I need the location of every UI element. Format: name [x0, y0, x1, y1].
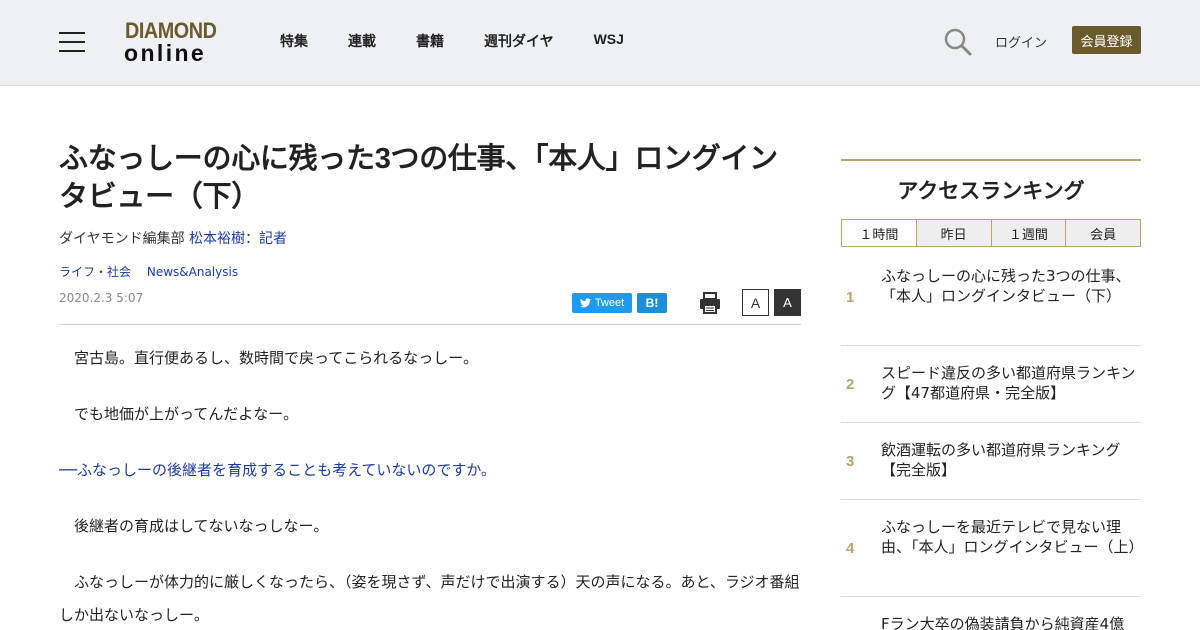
ranking-link[interactable]: Fラン大卒の偽装請負から純資産4億: [881, 614, 1141, 630]
font-size-large-button[interactable]: A: [774, 289, 801, 316]
tweet-label: Tweet: [594, 297, 625, 309]
rank-number: 2: [846, 376, 855, 393]
ranking-item: Fラン大卒の偽装請負から純資産4億: [841, 597, 1141, 630]
byline: ダイヤモンド編集部 松本裕樹：記者: [59, 228, 287, 248]
print-icon[interactable]: [698, 291, 722, 315]
nav-item-series[interactable]: 連載: [348, 31, 376, 51]
main-nav: 特集 連載 書籍 週刊ダイヤ WSJ: [280, 31, 664, 51]
nav-item-weekly-diamond[interactable]: 週刊ダイヤ: [484, 31, 554, 51]
tag-link-life[interactable]: ライフ・社会: [59, 265, 131, 279]
nav-item-books[interactable]: 書籍: [416, 31, 444, 51]
ranking-item: 2 スピード違反の多い都道府県ランキング【47都道府県・完全版】: [841, 346, 1141, 423]
tab-1-week[interactable]: １週間: [990, 220, 1066, 246]
rank-number: 4: [846, 540, 855, 557]
site-logo[interactable]: DIAMOND online: [124, 20, 228, 66]
ranking-title: アクセスランキング: [897, 179, 1085, 203]
nav-item-wsj[interactable]: WSJ: [594, 31, 624, 51]
article-paragraph: ふなっしーが体力的に厳しくなったら、（姿を現さず、声だけで出演する）天の声になる…: [59, 573, 800, 624]
logo-text-top: DIAMOND: [125, 18, 217, 43]
ranking-item: 3 飲酒運転の多い都道府県ランキング【完全版】: [841, 423, 1141, 500]
twitter-bird-icon: [579, 298, 591, 308]
menu-icon[interactable]: [59, 32, 85, 52]
font-size-small-button[interactable]: A: [742, 289, 769, 316]
nav-item-features[interactable]: 特集: [280, 31, 308, 51]
publish-date: 2020.2.3 5:07: [59, 291, 144, 305]
article-tags: ライフ・社会 News&Analysis: [59, 263, 250, 280]
ranking-link[interactable]: ふなっしーの心に残った3つの仕事、「本人」ロングインタビュー（下）: [881, 266, 1141, 306]
tweet-button[interactable]: Tweet: [572, 293, 632, 313]
register-button[interactable]: 会員登録: [1072, 26, 1141, 54]
site-header: DIAMOND online 特集 連載 書籍 週刊ダイヤ WSJ ログイン 会…: [0, 0, 1200, 86]
logo-text-bottom: online: [124, 40, 207, 66]
ranking-link[interactable]: ふなっしーを最近テレビで見ない理由、「本人」ロングインタビュー（上）: [881, 517, 1144, 557]
search-icon[interactable]: [943, 27, 973, 57]
ranking-tabs: １時間 昨日 １週間 会員: [841, 219, 1141, 247]
rank-number: 3: [846, 453, 855, 470]
tag-link-news[interactable]: News&Analysis: [147, 265, 238, 279]
article-paragraph: 宮古島。直行便あるし、数時間で戻ってこられるなっしー。: [59, 349, 479, 367]
byline-department: ダイヤモンド編集部: [59, 231, 185, 247]
article-paragraph: でも地価が上がってんだよなー。: [59, 405, 299, 423]
ranking-item: 4 ふなっしーを最近テレビで見ない理由、「本人」ロングインタビュー（上）: [841, 500, 1144, 597]
ranking-item: 1 ふなっしーの心に残った3つの仕事、「本人」ロングインタビュー（下）: [841, 247, 1141, 346]
hatena-bookmark-button[interactable]: B!: [637, 293, 667, 313]
rank-number: 1: [846, 289, 855, 306]
sidebar-divider: [841, 159, 1141, 161]
tab-yesterday[interactable]: 昨日: [915, 220, 991, 246]
tab-members[interactable]: 会員: [1065, 220, 1140, 246]
author-link[interactable]: 松本裕樹：記者: [189, 231, 287, 247]
article-divider: [59, 324, 801, 325]
ranking-link[interactable]: スピード違反の多い都道府県ランキング【47都道府県・完全版】: [881, 363, 1141, 403]
article-title: ふなっしーの心に残った3つの仕事、「本人」ロングインタビュー（下）: [59, 143, 778, 213]
tab-1-hour[interactable]: １時間: [842, 220, 916, 246]
interview-question: ──ふなっしーの後継者を育成することも考えていないのですか。: [59, 461, 497, 479]
login-link[interactable]: ログイン: [995, 32, 1047, 51]
ranking-link[interactable]: 飲酒運転の多い都道府県ランキング【完全版】: [881, 440, 1141, 480]
article-paragraph: 後継者の育成はしてないなっしなー。: [59, 517, 329, 535]
